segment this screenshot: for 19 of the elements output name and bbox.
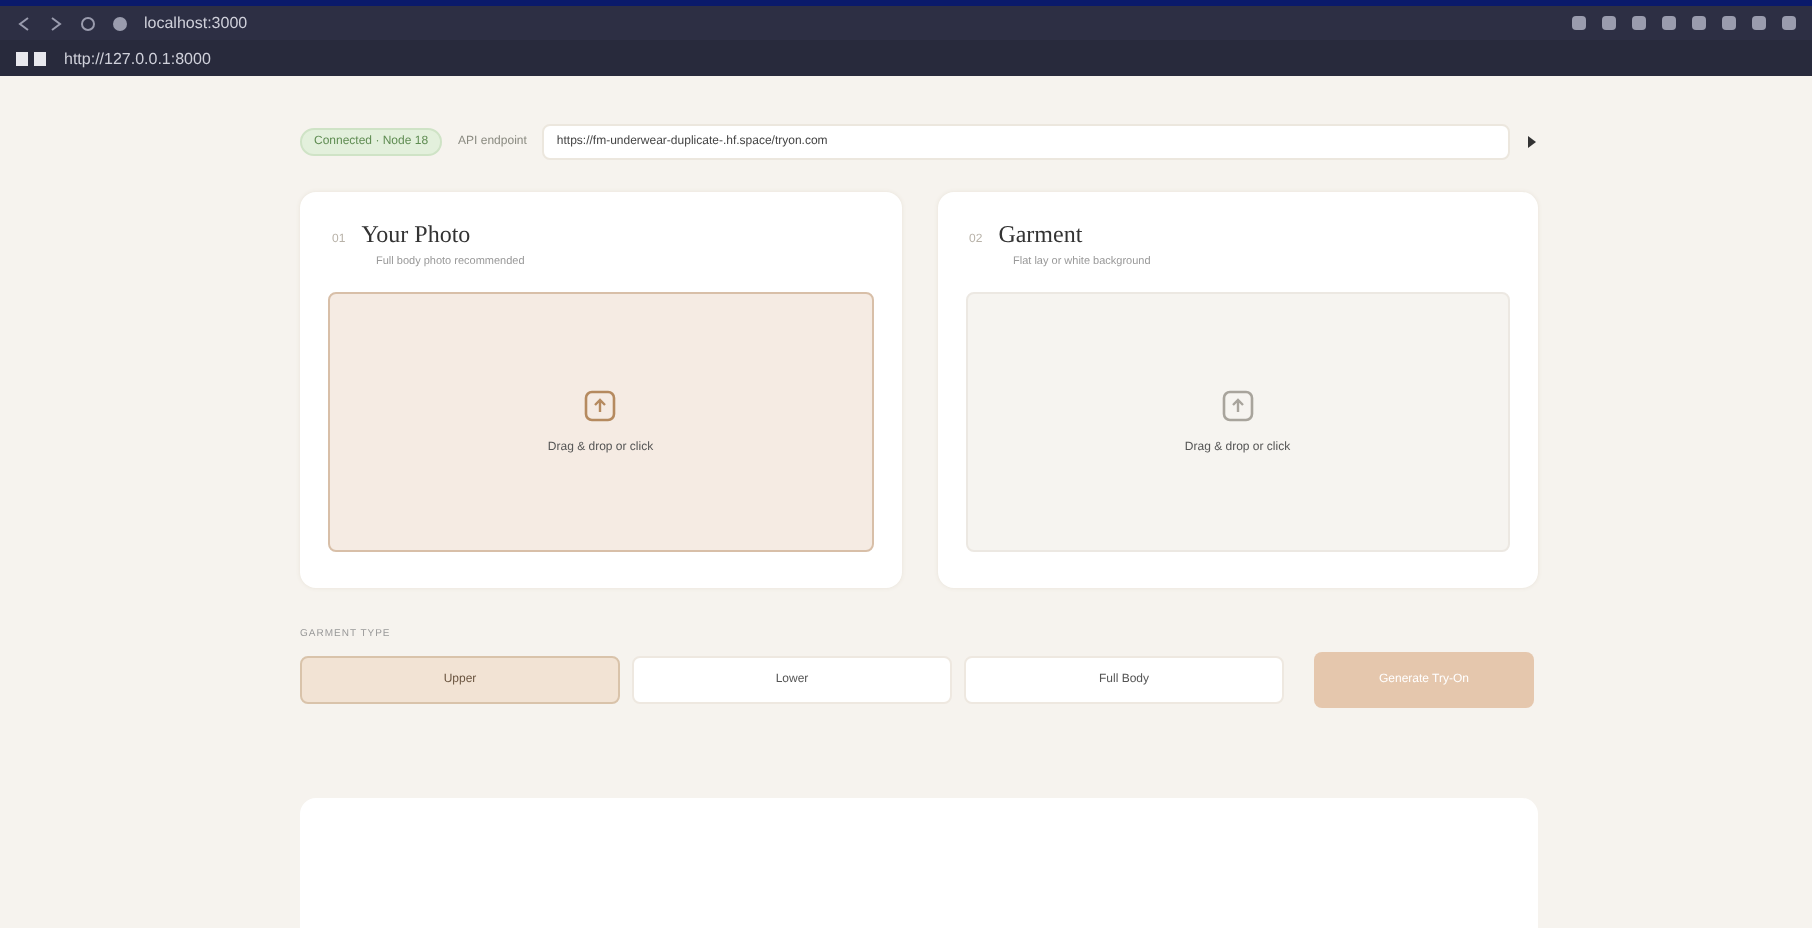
back-icon[interactable]	[16, 15, 32, 31]
toolbar-icon[interactable]	[1752, 16, 1766, 30]
card-title: Your Photo	[361, 220, 471, 250]
toolbar-icon[interactable]	[1782, 16, 1796, 30]
upload-icon	[584, 390, 617, 422]
toolbar-icon[interactable]	[1602, 16, 1616, 30]
bookmark-link[interactable]: http://127.0.0.1:8000	[64, 49, 211, 67]
forward-icon[interactable]	[48, 15, 64, 31]
toolbar-icon[interactable]	[1722, 16, 1736, 30]
card-title: Garment	[998, 220, 1083, 250]
toolbar-icon[interactable]	[1572, 16, 1586, 30]
toolbar-icon[interactable]	[1632, 16, 1646, 30]
toolbar-icon[interactable]	[1662, 16, 1676, 30]
toolbar-icon[interactable]	[1692, 16, 1706, 30]
arrow-icon[interactable]	[1526, 134, 1538, 150]
reload-icon[interactable]	[80, 15, 96, 31]
bookmark-icon	[16, 50, 48, 66]
address-text[interactable]: localhost:3000	[144, 14, 248, 32]
upload-icon	[1221, 390, 1254, 422]
